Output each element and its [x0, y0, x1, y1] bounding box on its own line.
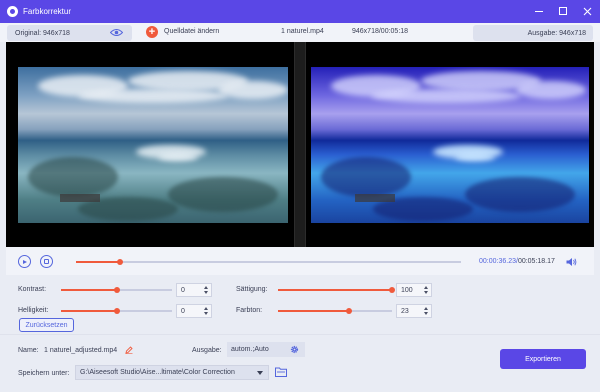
output-settings: Name: 1 naturel_adjusted.mp4 Ausgabe: au…: [0, 334, 600, 392]
total-time: 00:05:18.17: [517, 258, 555, 265]
hue-slider-fill: [278, 310, 349, 312]
minimize-button[interactable]: [532, 4, 546, 18]
stop-icon: [44, 259, 49, 264]
time-readout: 00:00:36.23/00:05:18.17: [479, 258, 555, 265]
decrement-icon[interactable]: [204, 291, 208, 294]
output-info: Ausgabe: 946x718: [473, 25, 593, 41]
play-icon: [23, 259, 27, 264]
save-path-value: G:\Aiseesoft Studio\Aise...ltimate\Color…: [80, 369, 235, 376]
close-icon: [583, 7, 591, 15]
playback-controls: 00:00:36.23/00:05:18.17: [6, 247, 594, 275]
adjustment-panel: Kontrast: 0 Sättigung: 100 Helligkeit: 0…: [6, 276, 594, 334]
minimize-icon: [535, 10, 543, 12]
stop-button[interactable]: [40, 255, 53, 268]
gear-icon[interactable]: [290, 345, 299, 354]
folder-icon[interactable]: [275, 367, 287, 377]
increment-icon[interactable]: [424, 307, 428, 310]
file-meta: 946x718/00:05:18: [352, 28, 409, 35]
output-label: Ausgabe: 946x718: [527, 29, 586, 37]
output-video-frame: [311, 67, 589, 223]
progress-track[interactable]: [76, 258, 461, 265]
saturation-label: Sättigung:: [236, 286, 268, 293]
brightness-slider-fill: [61, 310, 117, 312]
contrast-slider-handle[interactable]: [113, 287, 120, 293]
hue-stepper[interactable]: 23: [396, 304, 432, 318]
original-video-frame: [18, 67, 288, 223]
format-label: Ausgabe:: [192, 347, 222, 354]
window-title: Farbkorrektur: [23, 7, 72, 16]
reset-button[interactable]: Zurücksetzen: [19, 318, 74, 332]
export-button[interactable]: Exportieren: [500, 349, 586, 369]
change-source-link[interactable]: Quelldatei ändern: [164, 28, 219, 35]
file-name: 1 naturel.mp4: [281, 28, 324, 35]
progress-fill: [76, 261, 120, 263]
info-bar: Original: 946x718 + Quelldatei ändern 1 …: [0, 23, 600, 42]
contrast-stepper[interactable]: 0: [176, 283, 212, 297]
hue-slider[interactable]: [278, 308, 392, 314]
decrement-icon[interactable]: [424, 291, 428, 294]
hue-slider-handle[interactable]: [345, 308, 352, 314]
chevron-down-icon: [257, 371, 263, 375]
hue-value[interactable]: 23: [397, 308, 421, 315]
brightness-slider[interactable]: [61, 308, 172, 314]
maximize-icon: [559, 7, 567, 15]
eye-icon[interactable]: [110, 28, 123, 37]
name-label: Name:: [18, 347, 39, 354]
add-source-button[interactable]: +: [146, 26, 158, 38]
brightness-label: Helligkeit:: [18, 307, 49, 314]
increment-icon[interactable]: [204, 307, 208, 310]
maximize-button[interactable]: [556, 4, 570, 18]
hue-label: Farbton:: [236, 307, 263, 314]
close-button[interactable]: [580, 4, 594, 18]
play-button[interactable]: [18, 255, 31, 268]
format-value: autom.;Auto: [231, 346, 269, 353]
original-info: Original: 946x718: [7, 25, 132, 41]
preview-area: [6, 42, 594, 247]
saturation-slider-handle[interactable]: [389, 287, 395, 293]
contrast-slider-fill: [61, 289, 117, 291]
brightness-slider-handle[interactable]: [113, 308, 120, 314]
saturation-stepper[interactable]: 100: [396, 283, 432, 297]
increment-icon[interactable]: [204, 286, 208, 289]
original-label: Original: 946x718: [15, 29, 70, 37]
app-logo-icon: [7, 6, 18, 17]
increment-icon[interactable]: [424, 286, 428, 289]
saturation-slider-fill: [278, 289, 392, 291]
output-file-name: 1 naturel_adjusted.mp4: [44, 347, 118, 354]
format-field[interactable]: autom.;Auto: [227, 342, 305, 357]
saturation-value[interactable]: 100: [397, 287, 421, 294]
contrast-label: Kontrast:: [18, 286, 47, 293]
window-controls: [532, 4, 594, 18]
contrast-slider[interactable]: [61, 287, 172, 293]
pencil-icon[interactable]: [125, 346, 133, 354]
decrement-icon[interactable]: [204, 312, 208, 315]
brightness-stepper[interactable]: 0: [176, 304, 212, 318]
contrast-value[interactable]: 0: [177, 287, 201, 294]
save-label: Speichern unter:: [18, 370, 70, 377]
title-bar: Farbkorrektur: [0, 0, 600, 23]
brightness-value[interactable]: 0: [177, 308, 201, 315]
current-time: 00:00:36.23: [479, 258, 516, 265]
decrement-icon[interactable]: [424, 312, 428, 315]
save-path-dropdown[interactable]: G:\Aiseesoft Studio\Aise...ltimate\Color…: [75, 365, 269, 380]
volume-icon[interactable]: [566, 257, 577, 267]
preview-divider[interactable]: [294, 42, 306, 247]
progress-handle[interactable]: [116, 258, 123, 265]
saturation-slider[interactable]: [278, 287, 395, 293]
